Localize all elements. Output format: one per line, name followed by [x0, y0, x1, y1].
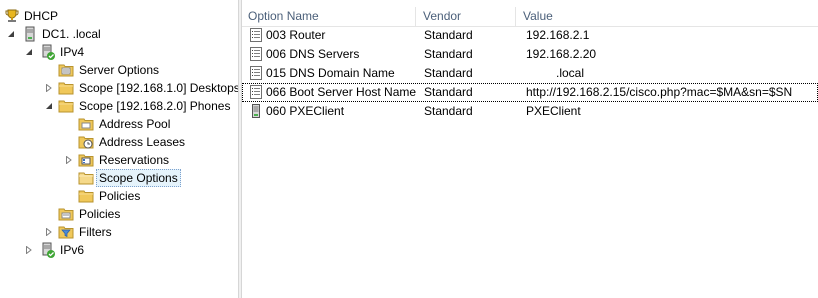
tree-node-reservations[interactable]: Reservations	[0, 151, 238, 169]
cell-option-name: 066 Boot Server Host Name	[266, 85, 417, 99]
server-icon	[22, 26, 38, 42]
cell-value: .local	[526, 66, 585, 80]
policies-icon	[78, 188, 94, 204]
tree-label-server[interactable]: DC1. .local	[40, 25, 103, 43]
list-row-003-router[interactable]: 003 Router Standard 192.168.2.1	[242, 26, 818, 45]
tree-label-policies[interactable]: Policies	[77, 205, 122, 223]
tree-label-scope-options[interactable]: Scope Options	[96, 169, 181, 187]
tree-node-address-leases[interactable]: Address Leases	[0, 133, 238, 151]
tree-node-dhcp[interactable]: DHCP	[0, 7, 238, 25]
policies-icon	[58, 206, 74, 222]
list-row-006-dns-servers[interactable]: 006 DNS Servers Standard 192.168.2.20	[242, 45, 818, 64]
tree-node-scope-desktops[interactable]: Scope [192.168.1.0] Desktops	[0, 79, 238, 97]
tree-node-scope-phones[interactable]: Scope [192.168.2.0] Phones	[0, 97, 238, 115]
tree-label-scope-phones[interactable]: Scope [192.168.2.0] Phones	[77, 97, 232, 115]
cell-value: 192.168.2.1	[526, 28, 590, 42]
expand-arrow-icon[interactable]	[64, 151, 74, 169]
console-tree[interactable]: DHCP DC1. .local IPv4 Server Options Sco…	[0, 0, 238, 298]
tree-node-scope-policies[interactable]: Policies	[0, 187, 238, 205]
folder-icon	[58, 98, 74, 114]
list-header: Option Name Vendor Value	[242, 7, 818, 27]
cell-option-name: 006 DNS Servers	[266, 47, 360, 61]
server-options-icon	[58, 62, 74, 78]
cell-option-name: 015 DNS Domain Name	[266, 66, 395, 80]
collapse-arrow-icon[interactable]	[24, 43, 34, 61]
cell-option-name: 003 Router	[266, 28, 326, 42]
folder-icon	[58, 80, 74, 96]
cell-vendor: Standard	[424, 66, 473, 80]
ipv6-icon	[40, 242, 56, 258]
server-option-icon	[250, 104, 262, 118]
option-icon	[250, 47, 262, 61]
cell-value: http://192.168.2.15/cisco.php?mac=$MA&sn…	[526, 85, 793, 99]
options-list[interactable]: Option Name Vendor Value 003 Router Stan…	[242, 0, 818, 298]
tree-node-server-options[interactable]: Server Options	[0, 61, 238, 79]
expand-arrow-icon[interactable]	[24, 241, 34, 259]
column-header-vendor[interactable]: Vendor	[417, 7, 516, 26]
tree-label-scope-policies[interactable]: Policies	[97, 187, 142, 205]
tree-label-ipv6[interactable]: IPv6	[58, 241, 86, 259]
tree-node-ipv4[interactable]: IPv4	[0, 43, 238, 61]
cell-vendor: Standard	[424, 47, 473, 61]
tree-label-ipv4[interactable]: IPv4	[58, 43, 86, 61]
address-pool-icon	[78, 116, 94, 132]
column-header-option-name[interactable]: Option Name	[242, 7, 416, 26]
option-icon	[250, 85, 262, 99]
cell-vendor: Standard	[424, 28, 473, 42]
cell-value: PXEClient	[526, 104, 581, 118]
option-icon	[250, 28, 262, 42]
collapse-arrow-icon[interactable]	[44, 97, 54, 115]
reservations-icon	[78, 152, 94, 168]
expand-arrow-icon[interactable]	[44, 223, 54, 241]
cell-value: 192.168.2.20	[526, 47, 597, 61]
tree-label-server-options[interactable]: Server Options	[77, 61, 161, 79]
tree-label-filters[interactable]: Filters	[77, 223, 114, 241]
tree-label-address-leases[interactable]: Address Leases	[97, 133, 187, 151]
tree-node-address-pool[interactable]: Address Pool	[0, 115, 238, 133]
tree-node-filters[interactable]: Filters	[0, 223, 238, 241]
tree-label-address-pool[interactable]: Address Pool	[97, 115, 172, 133]
option-icon	[250, 66, 262, 80]
cell-vendor: Standard	[424, 85, 473, 99]
tree-node-server[interactable]: DC1. .local	[0, 25, 238, 43]
tree-node-scope-options[interactable]: Scope Options	[0, 169, 238, 187]
address-leases-icon	[78, 134, 94, 150]
tree-label-reservations[interactable]: Reservations	[97, 151, 171, 169]
cell-option-name: 060 PXEClient	[266, 104, 345, 118]
collapse-arrow-icon[interactable]	[6, 25, 16, 43]
column-header-value[interactable]: Value	[517, 7, 818, 26]
list-row-066-boot-server-host-name[interactable]: 066 Boot Server Host Name Standard http:…	[242, 83, 818, 102]
ipv4-icon	[40, 44, 56, 60]
expand-arrow-icon[interactable]	[44, 79, 54, 97]
filter-icon	[58, 224, 74, 240]
list-row-060-pxeclient[interactable]: 060 PXEClient Standard PXEClient	[242, 102, 818, 121]
dhcp-icon	[4, 8, 20, 24]
tree-label-dhcp[interactable]: DHCP	[22, 7, 60, 25]
scope-options-icon	[78, 170, 94, 186]
cell-vendor: Standard	[424, 104, 473, 118]
tree-node-policies[interactable]: Policies	[0, 205, 238, 223]
tree-label-scope-desktops[interactable]: Scope [192.168.1.0] Desktops	[77, 79, 238, 97]
list-row-015-dns-domain-name[interactable]: 015 DNS Domain Name Standard .local	[242, 64, 818, 83]
tree-node-ipv6[interactable]: IPv6	[0, 241, 238, 259]
